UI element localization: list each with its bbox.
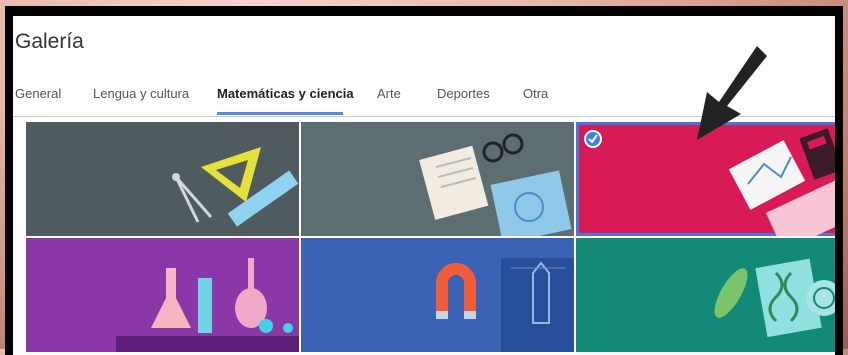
magnet-rocket-icon <box>436 258 574 352</box>
tab-general[interactable]: General <box>15 86 61 101</box>
selected-check-icon <box>584 130 602 148</box>
tab-matematicas-y-ciencia[interactable]: Matemáticas y ciencia <box>217 86 354 101</box>
theme-tile-physics[interactable] <box>301 238 574 352</box>
theme-tile-biology[interactable] <box>576 238 835 352</box>
theme-tile-chemistry[interactable] <box>26 238 299 352</box>
flask-icon <box>116 258 299 352</box>
gallery-title: Galería <box>15 30 84 53</box>
screenshot-frame: Galería General Lengua y cultura Matemát… <box>5 6 843 355</box>
set-square-compass-ruler-icon <box>172 147 299 227</box>
theme-tile-geometry[interactable] <box>26 122 299 236</box>
active-tab-indicator <box>217 112 343 115</box>
theme-tile-notes[interactable] <box>301 122 574 236</box>
notebook-glasses-icon <box>419 133 572 236</box>
gallery-dialog: Galería General Lengua y cultura Matemát… <box>13 16 835 355</box>
tab-deportes[interactable]: Deportes <box>437 86 490 101</box>
pointer-arrow-icon <box>697 46 767 140</box>
tab-arte[interactable]: Arte <box>377 86 401 101</box>
tab-lengua-y-cultura[interactable]: Lengua y cultura <box>93 86 189 101</box>
tab-otra[interactable]: Otra <box>523 86 548 101</box>
dna-leaf-icon <box>714 258 835 338</box>
